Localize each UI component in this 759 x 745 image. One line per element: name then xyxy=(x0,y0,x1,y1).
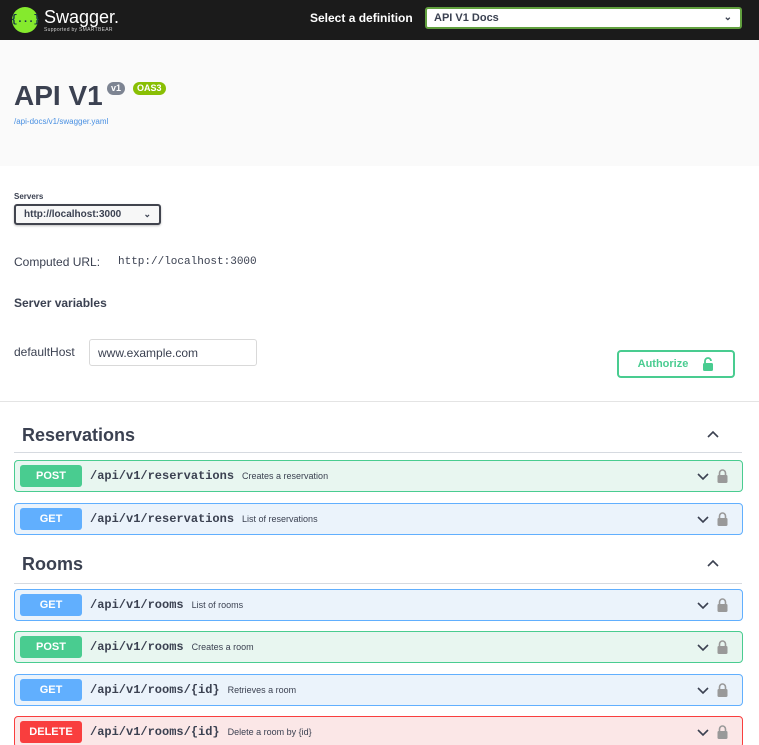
method-badge: GET xyxy=(20,679,82,701)
operation-summary: Creates a room xyxy=(191,642,254,652)
topbar: {...} Swagger. Supported by SMARTBEAR Se… xyxy=(0,0,759,40)
method-badge: GET xyxy=(20,508,82,530)
servers-section: Servers http://localhost:3000 ⌄ Computed… xyxy=(0,166,759,402)
version-badge: v1 xyxy=(107,82,126,95)
chevron-up-icon[interactable] xyxy=(707,429,719,441)
oas-badge: OAS3 xyxy=(133,82,166,95)
lock-icon[interactable] xyxy=(717,469,728,483)
operation-summary: Creates a reservation xyxy=(242,471,329,481)
operation-post-reservations[interactable]: POST /api/v1/reservations Creates a rese… xyxy=(14,460,743,492)
definition-select[interactable]: API V1 Docs ⌄ xyxy=(425,7,742,29)
chevron-down-icon: ⌄ xyxy=(143,209,151,219)
chevron-down-icon[interactable] xyxy=(697,726,709,738)
logo-subtitle: Supported by SMARTBEAR xyxy=(44,26,113,33)
lock-icon[interactable] xyxy=(717,640,728,654)
operation-summary: List of rooms xyxy=(191,600,244,610)
chevron-down-icon[interactable] xyxy=(697,641,709,653)
method-badge: POST xyxy=(20,636,82,658)
operation-path: /api/v1/rooms/{id} xyxy=(90,725,220,739)
server-select[interactable]: http://localhost:3000 ⌄ xyxy=(14,204,161,225)
lock-icon[interactable] xyxy=(717,725,728,739)
group-divider xyxy=(14,452,742,453)
chevron-down-icon[interactable] xyxy=(697,684,709,696)
servers-label: Servers xyxy=(14,192,44,201)
method-badge: GET xyxy=(20,594,82,616)
method-badge: DELETE xyxy=(20,721,82,743)
chevron-up-icon[interactable] xyxy=(707,558,719,570)
logo-icon-text: {...} xyxy=(11,14,40,26)
operation-summary: List of reservations xyxy=(242,514,318,524)
tag-rooms[interactable]: Rooms xyxy=(22,554,83,575)
lock-icon[interactable] xyxy=(717,598,728,612)
server-select-value: http://localhost:3000 xyxy=(24,209,122,220)
authorize-label: Authorize xyxy=(637,358,689,370)
spec-link[interactable]: /api-docs/v1/swagger.yaml xyxy=(14,117,108,126)
operation-summary: Delete a room by {id} xyxy=(227,727,312,737)
method-badge: POST xyxy=(20,465,82,487)
logo-name: Swagger. xyxy=(44,6,120,27)
swagger-logo[interactable]: {...} Swagger. Supported by SMARTBEAR xyxy=(11,6,120,33)
tag-reservations[interactable]: Reservations xyxy=(22,425,135,446)
default-host-input[interactable] xyxy=(89,339,257,366)
chevron-down-icon[interactable] xyxy=(697,513,709,525)
chevron-down-icon: ⌄ xyxy=(723,12,732,23)
operation-post-rooms[interactable]: POST /api/v1/rooms Creates a room xyxy=(14,631,743,663)
swagger-logo-icon: {...} xyxy=(11,7,40,33)
operation-summary: Retrieves a room xyxy=(227,685,297,695)
page-title: API V1 xyxy=(14,80,103,111)
definition-value: API V1 Docs xyxy=(434,12,499,24)
lock-icon[interactable] xyxy=(717,683,728,697)
server-variables-heading: Server variables xyxy=(14,296,107,310)
operation-get-rooms[interactable]: GET /api/v1/rooms List of rooms xyxy=(14,589,743,621)
operation-delete-room-by-id[interactable]: DELETE /api/v1/rooms/{id} Delete a room … xyxy=(14,716,743,745)
default-host-label: defaultHost xyxy=(14,345,75,359)
operation-path: /api/v1/rooms xyxy=(90,598,184,612)
definition-label: Select a definition xyxy=(310,11,413,25)
operation-path: /api/v1/rooms/{id} xyxy=(90,683,220,697)
authorize-button[interactable]: Authorize xyxy=(617,350,735,378)
info-section: API V1 v1 OAS3 /api-docs/v1/swagger.yaml xyxy=(0,40,759,166)
chevron-down-icon[interactable] xyxy=(697,599,709,611)
group-divider xyxy=(14,583,742,584)
operation-path: /api/v1/reservations xyxy=(90,512,235,526)
computed-url-label: Computed URL: xyxy=(14,255,101,269)
computed-url: http://localhost:3000 xyxy=(118,256,257,268)
operation-path: /api/v1/reservations xyxy=(90,469,235,483)
lock-icon[interactable] xyxy=(717,512,728,526)
chevron-down-icon[interactable] xyxy=(697,470,709,482)
operation-path: /api/v1/rooms xyxy=(90,640,184,654)
operation-get-reservations[interactable]: GET /api/v1/reservations List of reserva… xyxy=(14,503,743,535)
operation-get-room-by-id[interactable]: GET /api/v1/rooms/{id} Retrieves a room xyxy=(14,674,743,706)
unlock-icon xyxy=(703,357,714,371)
